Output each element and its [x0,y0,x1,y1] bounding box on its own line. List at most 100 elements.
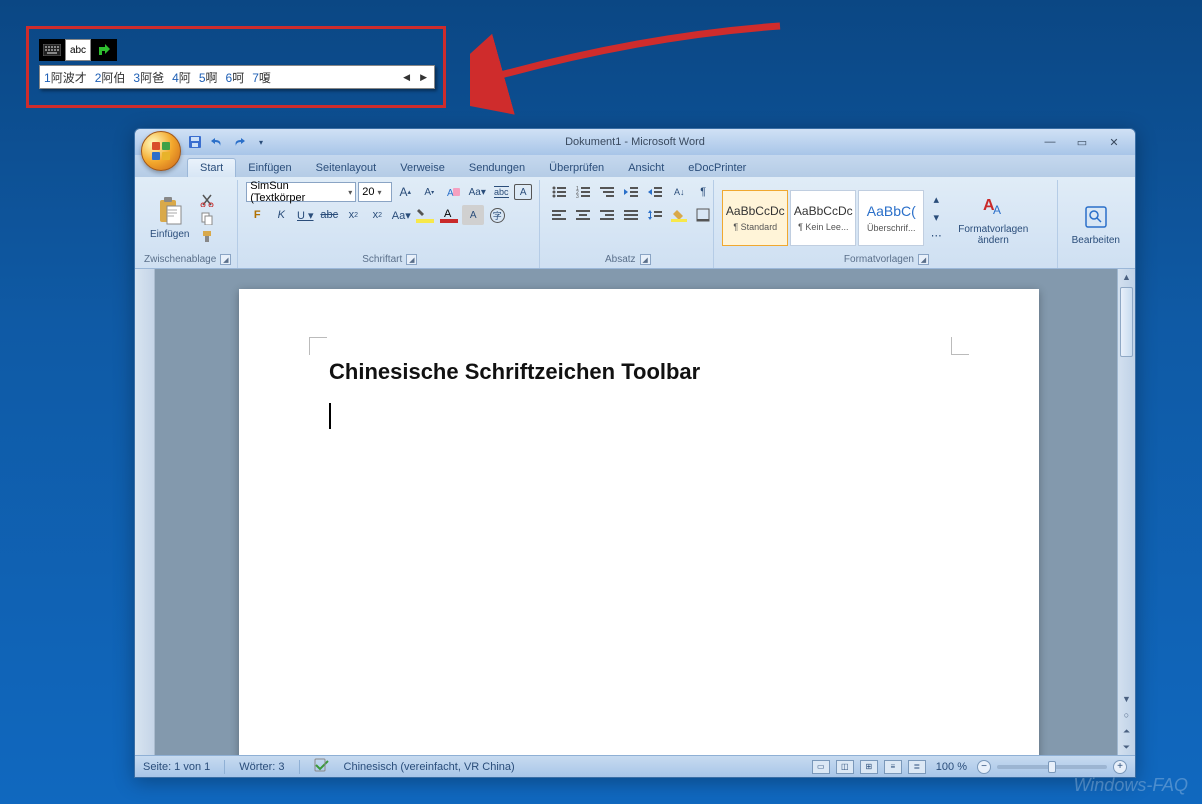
view-full-screen-icon[interactable]: ◫ [836,760,854,774]
change-case-icon[interactable]: Aa▾ [466,182,488,202]
style-no-spacing[interactable]: AaBbCcDc¶ Kein Lee... [790,190,856,246]
ime-prev-page-icon[interactable]: ◀ [400,72,413,83]
tab-verweise[interactable]: Verweise [388,159,457,177]
text-effects-icon[interactable]: Aa▾ [390,205,412,225]
sort-icon[interactable]: A↓ [668,182,690,202]
browse-object-icon[interactable]: ○ [1118,707,1135,723]
strikethrough-button[interactable]: abc [318,205,340,225]
scroll-down-icon[interactable]: ▼ [1118,691,1135,707]
styles-dialog-launcher[interactable]: ◢ [918,254,929,265]
style-heading1[interactable]: AaBbC(Überschrif... [858,190,924,246]
maximize-button[interactable]: ▭ [1071,134,1093,150]
decrease-indent-icon[interactable] [620,182,642,202]
tab-start[interactable]: Start [187,158,236,177]
grow-font-icon[interactable]: A▴ [394,182,416,202]
phonetic-guide-icon[interactable]: abc [490,182,512,202]
ime-candidate[interactable]: 6呵 [226,69,245,86]
multilevel-list-icon[interactable] [596,182,618,202]
font-name-combo[interactable]: SimSun (Textkörper▾ [246,182,356,202]
align-left-icon[interactable] [548,205,570,225]
font-color-icon[interactable]: A [438,205,460,225]
minimize-button[interactable]: — [1039,134,1061,150]
copy-icon[interactable] [198,210,216,226]
borders-icon[interactable] [692,205,714,225]
paste-button[interactable]: Einfügen [144,193,195,242]
subscript-button[interactable]: x2 [342,205,364,225]
change-styles-button[interactable]: AA Formatvorlagen ändern [952,188,1034,248]
ime-mode-label[interactable]: abc [65,39,91,61]
vertical-ruler[interactable] [135,269,155,755]
prev-page-icon[interactable]: ⏶ [1118,723,1135,739]
view-draft-icon[interactable]: ≣ [908,760,926,774]
font-size-combo[interactable]: 20▾ [358,182,392,202]
character-shading-icon[interactable]: A [462,205,484,225]
bullets-icon[interactable] [548,182,570,202]
ime-candidate[interactable]: 1阿波才 [44,69,87,86]
style-standard[interactable]: AaBbCcDc¶ Standard [722,190,788,246]
ime-candidate[interactable]: 3阿爸 [133,69,164,86]
status-word-count[interactable]: Wörter: 3 [239,761,284,773]
zoom-slider[interactable] [997,765,1107,769]
font-dialog-launcher[interactable]: ◢ [406,254,417,265]
ime-commit-icon[interactable] [91,39,117,61]
shading-icon[interactable] [668,205,690,225]
styles-scroll-up[interactable]: ▴ [929,191,943,208]
close-button[interactable]: ✕ [1103,134,1125,150]
align-right-icon[interactable] [596,205,618,225]
enclose-characters-icon[interactable]: 字 [486,205,508,225]
highlight-color-icon[interactable] [414,205,436,225]
format-painter-icon[interactable] [198,228,216,244]
ime-candidate[interactable]: 5啊 [199,69,218,86]
cut-icon[interactable] [198,192,216,208]
ime-candidate[interactable]: 2阿伯 [95,69,126,86]
line-spacing-icon[interactable] [644,205,666,225]
redo-icon[interactable] [231,134,247,150]
view-print-layout-icon[interactable]: ▭ [812,760,830,774]
tab-ueberpruefen[interactable]: Überprüfen [537,159,616,177]
superscript-button[interactable]: x2 [366,205,388,225]
zoom-out-button[interactable]: − [977,760,991,774]
view-web-layout-icon[interactable]: ⊞ [860,760,878,774]
qat-customize-icon[interactable]: ▾ [253,134,269,150]
undo-icon[interactable] [209,134,225,150]
vertical-scrollbar[interactable]: ▲ ▼ ○ ⏶ ⏷ [1117,269,1135,755]
show-marks-icon[interactable]: ¶ [692,182,714,202]
ime-next-page-icon[interactable]: ▶ [417,72,430,83]
save-icon[interactable] [187,134,203,150]
status-language[interactable]: Chinesisch (vereinfacht, VR China) [344,761,515,773]
tab-einfuegen[interactable]: Einfügen [236,159,303,177]
increase-indent-icon[interactable] [644,182,666,202]
keyboard-icon[interactable] [39,39,65,61]
tab-edocprinter[interactable]: eDocPrinter [676,159,758,177]
ime-candidate[interactable]: 4阿 [172,69,191,86]
numbering-icon[interactable]: 123 [572,182,594,202]
character-border-icon[interactable]: A [514,184,532,200]
tab-ansicht[interactable]: Ansicht [616,159,676,177]
bold-button[interactable]: F [246,205,268,225]
zoom-in-button[interactable]: + [1113,760,1127,774]
shrink-font-icon[interactable]: A▾ [418,182,440,202]
document-viewport[interactable]: Chinesische Schriftzeichen Toolbar [155,269,1117,755]
align-center-icon[interactable] [572,205,594,225]
page[interactable]: Chinesische Schriftzeichen Toolbar [239,289,1039,755]
styles-scroll-down[interactable]: ▾ [929,209,943,226]
proofing-icon[interactable] [314,758,330,775]
paragraph-dialog-launcher[interactable]: ◢ [640,254,651,265]
view-outline-icon[interactable]: ≡ [884,760,902,774]
scrollbar-thumb[interactable] [1120,287,1133,357]
underline-button[interactable]: U ▾ [294,205,316,225]
italic-button[interactable]: K [270,205,292,225]
ime-candidate[interactable]: 7嗄 [252,69,271,86]
zoom-slider-knob[interactable] [1048,761,1056,773]
clipboard-dialog-launcher[interactable]: ◢ [220,254,231,265]
clear-formatting-icon[interactable]: A [442,182,464,202]
tab-seitenlayout[interactable]: Seitenlayout [304,159,389,177]
justify-icon[interactable] [620,205,642,225]
zoom-level[interactable]: 100 % [936,761,967,773]
tab-sendungen[interactable]: Sendungen [457,159,537,177]
scroll-up-icon[interactable]: ▲ [1118,269,1135,285]
status-page[interactable]: Seite: 1 von 1 [143,761,210,773]
office-button[interactable] [141,131,181,171]
styles-expand[interactable]: ⋯ [929,227,943,244]
editing-button[interactable]: Bearbeiten [1066,199,1126,248]
